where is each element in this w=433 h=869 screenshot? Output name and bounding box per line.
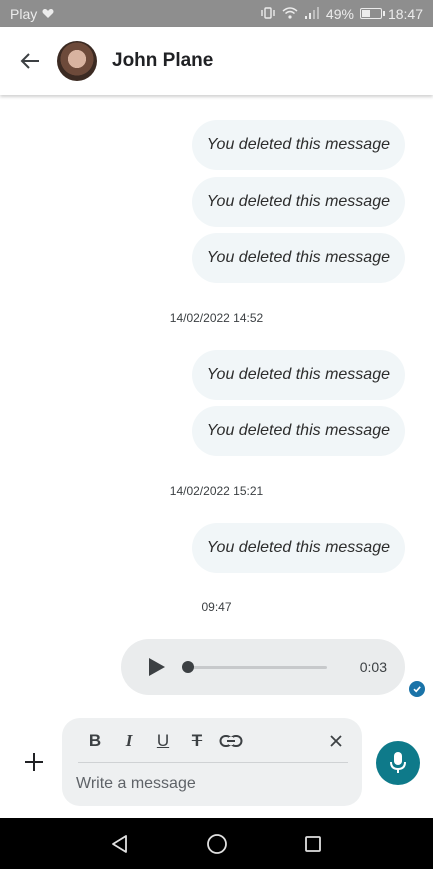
carrier-label: Play <box>10 5 38 22</box>
message-input[interactable] <box>76 770 346 798</box>
deleted-message[interactable]: You deleted this message <box>191 406 405 456</box>
vibrate-icon <box>260 6 276 22</box>
deleted-message[interactable]: You deleted this message <box>191 233 405 283</box>
wifi-icon <box>282 6 298 22</box>
deleted-message[interactable]: You deleted this message <box>191 120 405 170</box>
mic-icon <box>390 752 406 773</box>
italic-button[interactable]: I <box>112 729 146 753</box>
clock: 18:47 <box>387 5 423 22</box>
chat-header: John Plane <box>0 27 433 95</box>
plus-icon <box>25 753 43 771</box>
nav-back-icon <box>112 835 127 853</box>
message-timestamp: 14/02/2022 15:21 <box>169 484 264 498</box>
battery-percent: 49% <box>325 5 354 22</box>
audio-progress-track[interactable] <box>182 660 327 673</box>
bold-button[interactable]: B <box>78 729 112 753</box>
heart-icon <box>42 6 54 22</box>
message-timestamp: 09:47 <box>201 600 232 614</box>
avatar[interactable] <box>57 41 97 81</box>
play-icon[interactable] <box>149 658 165 676</box>
nav-back-button[interactable] <box>106 830 134 858</box>
nav-home-button[interactable] <box>203 830 231 858</box>
nav-recents-button[interactable] <box>299 830 327 858</box>
underline-button[interactable]: U <box>146 729 180 753</box>
audio-duration: 0:03 <box>359 659 387 675</box>
voice-record-button[interactable] <box>376 741 420 785</box>
attach-button[interactable] <box>20 748 48 776</box>
link-button[interactable] <box>214 729 248 753</box>
nav-home-icon <box>207 834 227 854</box>
message-composer: B I U T <box>62 718 362 806</box>
composer-divider <box>78 762 348 763</box>
close-icon <box>330 735 342 747</box>
deleted-message[interactable]: You deleted this message <box>191 523 405 573</box>
signal-icon <box>304 6 320 22</box>
battery-icon <box>359 8 385 19</box>
deleted-message[interactable]: You deleted this message <box>191 177 405 227</box>
deleted-message[interactable]: You deleted this message <box>191 350 405 400</box>
close-format-button[interactable] <box>324 729 348 753</box>
nav-recents-icon <box>305 836 321 852</box>
system-nav-bar <box>0 818 433 869</box>
back-arrow-icon <box>20 53 39 69</box>
strikethrough-button[interactable]: T <box>180 729 214 753</box>
contact-name[interactable]: John Plane <box>112 50 213 72</box>
back-button[interactable] <box>0 27 60 95</box>
audio-progress-knob[interactable] <box>182 660 194 673</box>
message-timestamp: 14/02/2022 14:52 <box>169 311 264 325</box>
read-check-icon <box>409 681 425 697</box>
link-icon <box>219 735 243 747</box>
audio-message: 0:03 <box>121 639 405 695</box>
format-toolbar: B I U T <box>78 728 348 754</box>
status-bar: Play 49% 18:47 <box>0 0 433 27</box>
